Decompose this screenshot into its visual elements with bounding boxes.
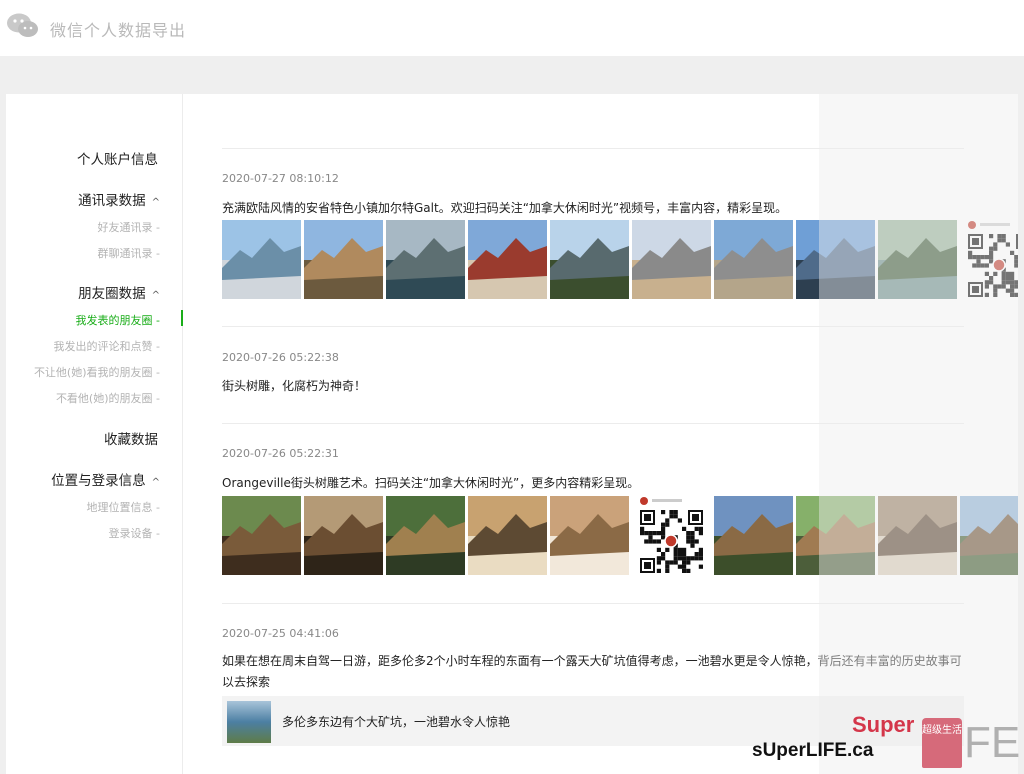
nav-contacts[interactable]: 通讯录数据 ^ [78, 189, 160, 209]
post-photo-thumbnail[interactable] [960, 496, 1018, 575]
post-photo-thumbnail[interactable] [714, 220, 793, 299]
chevron-up-icon[interactable]: ^ [152, 197, 160, 208]
post-text: Orangeville街头树雕艺术。扫码关注“加拿大休闲时光”，更多内容精彩呈现… [222, 476, 640, 490]
river-rapids-photo [386, 220, 465, 299]
owl-carving-photo [878, 496, 957, 575]
watermark-site-url: sUperLIFE.ca [752, 740, 874, 761]
post-timestamp: 2020-07-25 04:41:06 [222, 627, 339, 640]
nav-label: 朋友圈数据 [78, 286, 146, 302]
nav-label: 收藏数据 [104, 432, 158, 448]
river-town-skyline-photo [796, 220, 875, 299]
qr-code-image [632, 496, 711, 575]
nav-moments[interactable]: 朋友圈数据 ^ [78, 282, 160, 302]
wolf-carving-photo [550, 496, 629, 575]
nav-item-friend-contacts[interactable]: 好友通讯录 - [98, 219, 160, 235]
post-photo-thumbnail[interactable] [878, 496, 957, 575]
nav-label: 个人账户信息 [77, 152, 158, 168]
post-text: 充满欧陆风情的安省特色小镇加尔特Galt。欢迎扫码关注“加拿大休闲时光”视频号，… [222, 201, 788, 215]
post-photo-thumbnail[interactable] [878, 220, 957, 299]
wood-carving-man-photo [222, 496, 301, 575]
bear-carving-photo [714, 496, 793, 575]
post-timestamp: 2020-07-27 08:10:12 [222, 172, 339, 185]
nav-label: 位置与登录信息 [51, 473, 146, 489]
nav-item-my-moments[interactable]: 我发表的朋友圈 - [76, 312, 160, 328]
divider [222, 603, 964, 604]
nav-item-group-contacts[interactable]: 群聊通讯录 - [98, 245, 160, 261]
red-brick-building-photo [468, 220, 547, 299]
post-photo-thumbnail[interactable] [796, 220, 875, 299]
divider [222, 148, 964, 149]
post-photo-thumbnail[interactable] [468, 220, 547, 299]
bridge-river-photo [222, 220, 301, 299]
lake-thumbnail [227, 701, 271, 743]
church-spire-riverside-photo [550, 220, 629, 299]
logo-super-text: Super [852, 712, 915, 737]
sidebar-nav: 个人账户信息 通讯录数据 ^ 好友通讯录 - 群聊通讯录 - 朋友圈数据 ^ 我发表… [6, 94, 183, 774]
carved-figure-photo [468, 496, 547, 575]
nav-item-not-viewing[interactable]: 不看他(她)的朋友圈 - [56, 390, 160, 406]
post-photo-thumbnail[interactable] [304, 496, 383, 575]
post-photo-thumbnail[interactable] [550, 496, 629, 575]
nav-account-info[interactable]: 个人账户信息 [77, 148, 158, 168]
nav-favorites[interactable]: 收藏数据 [104, 428, 158, 448]
post-photo-thumbnail[interactable] [796, 496, 875, 575]
logo-fe-text: FE [964, 718, 1021, 767]
post-photo-thumbnail[interactable] [550, 220, 629, 299]
moments-feed: 2020-07-27 08:10:12 充满欧陆风情的安省特色小镇加尔特Galt… [222, 94, 1018, 774]
post-photo-thumbnail[interactable] [386, 220, 465, 299]
post-photo-thumbnail[interactable] [632, 220, 711, 299]
figure-carving-lawn-photo [796, 496, 875, 575]
watermark-logo: Super [852, 712, 914, 738]
river-park-photo [878, 220, 957, 299]
link-title: 多伦多东边有个大矿坑，一池碧水令人惊艳 [282, 715, 511, 729]
post-text: 如果在想在周末自驾一日游，距多伦多2个小时车程的东面有一个露天大矿坑值得考虑，一… [222, 654, 962, 689]
post-timestamp: 2020-07-26 05:22:38 [222, 351, 339, 364]
top-bar: 微信个人数据导出 [0, 0, 1024, 56]
nav-item-hide-from[interactable]: 不让他(她)看我的朋友圈 - [34, 364, 160, 380]
person-by-river-photo [632, 220, 711, 299]
chevron-up-icon[interactable]: ^ [152, 290, 160, 301]
active-indicator [181, 310, 183, 326]
stone-railing-photo [714, 220, 793, 299]
site-watermark: Super 超级生活 FE sUperLIFE.ca [752, 712, 1024, 774]
post-photo-thumbnail[interactable] [960, 220, 1018, 299]
wood-carving-detail-photo [304, 496, 383, 575]
app-title: 微信个人数据导出 [50, 21, 187, 40]
garden-carving-photo [386, 496, 465, 575]
post-photo-thumbnail[interactable] [304, 220, 383, 299]
nav-item-my-comments-likes[interactable]: 我发出的评论和点赞 - [54, 338, 160, 354]
nav-location-login[interactable]: 位置与登录信息 ^ [51, 469, 160, 489]
nav-label: 通讯录数据 [78, 193, 146, 209]
stone-church-photo [304, 220, 383, 299]
post-timestamp: 2020-07-26 05:22:31 [222, 447, 339, 460]
post-photo-thumbnail[interactable] [386, 496, 465, 575]
divider [222, 423, 964, 424]
post-photo-thumbnail[interactable] [714, 496, 793, 575]
post-photo-thumbnail[interactable] [632, 496, 711, 575]
post-photo-thumbnail[interactable] [222, 220, 301, 299]
nav-item-geolocation[interactable]: 地理位置信息 - [87, 499, 160, 515]
main-panel: 个人账户信息 通讯录数据 ^ 好友通讯录 - 群聊通讯录 - 朋友圈数据 ^ 我发表… [6, 94, 1018, 774]
soldier-carving-photo [960, 496, 1018, 575]
wechat-icon [7, 13, 38, 37]
post-photo-thumbnail[interactable] [468, 496, 547, 575]
nav-item-login-devices[interactable]: 登录设备 - [109, 525, 160, 541]
chevron-up-icon[interactable]: ^ [152, 477, 160, 488]
post-text: 街头树雕，化腐朽为神奇！ [222, 379, 367, 393]
watermark-tag: 超级生活 [922, 718, 962, 768]
divider [222, 326, 964, 327]
qr-code-image [960, 220, 1018, 299]
post-photo-thumbnail[interactable] [222, 496, 301, 575]
